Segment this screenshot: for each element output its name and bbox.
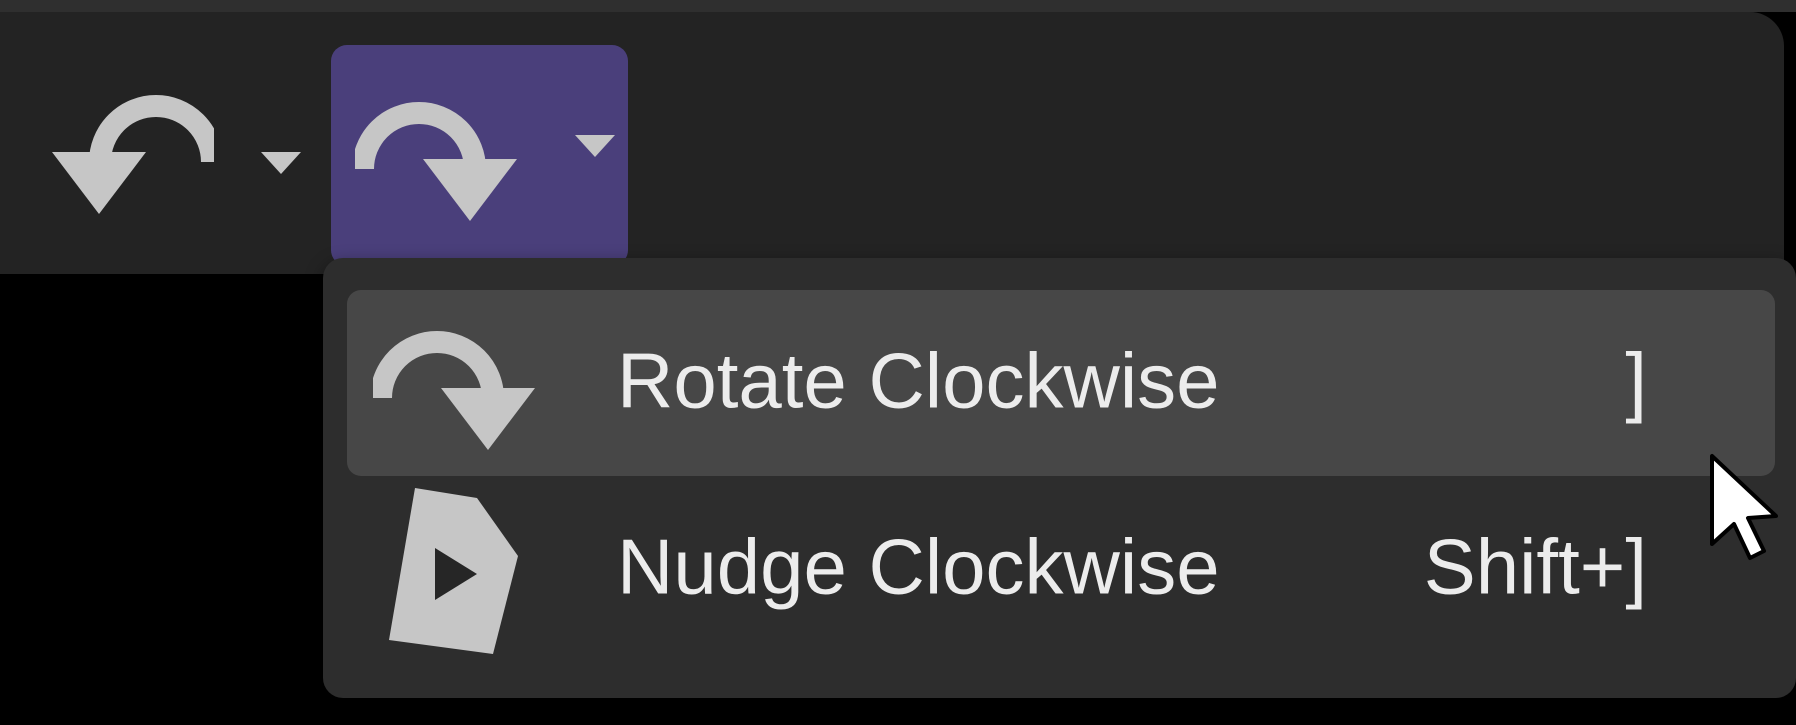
rotate-counterclockwise-icon[interactable] bbox=[44, 92, 214, 216]
chevron-down-icon[interactable] bbox=[261, 152, 301, 174]
menu-item-nudge-clockwise[interactable]: Nudge Clockwise Shift+] bbox=[347, 476, 1775, 662]
window-top-edge bbox=[0, 0, 1796, 12]
rotate-clockwise-icon bbox=[373, 331, 535, 450]
app-stage: Rotate Clockwise ] Nudge Clockwise Shift… bbox=[0, 0, 1796, 725]
rotate-counterclockwise-split-button[interactable] bbox=[36, 72, 316, 222]
rotate-clockwise-icon[interactable] bbox=[355, 99, 525, 223]
menu-item-label: Rotate Clockwise bbox=[617, 336, 1220, 425]
nudge-clockwise-icon bbox=[389, 488, 518, 654]
chevron-down-icon[interactable] bbox=[575, 135, 615, 157]
keyboard-shortcut: ] bbox=[1625, 336, 1647, 425]
rotate-dropdown-menu: Rotate Clockwise ] Nudge Clockwise Shift… bbox=[323, 258, 1796, 698]
keyboard-shortcut: Shift+] bbox=[1423, 522, 1647, 611]
menu-item-rotate-clockwise[interactable]: Rotate Clockwise ] bbox=[347, 290, 1775, 476]
menu-item-label: Nudge Clockwise bbox=[617, 522, 1220, 611]
rotation-toolbar bbox=[0, 12, 1784, 274]
mouse-pointer-icon bbox=[1710, 454, 1778, 560]
rotate-clockwise-split-button[interactable] bbox=[331, 45, 628, 266]
